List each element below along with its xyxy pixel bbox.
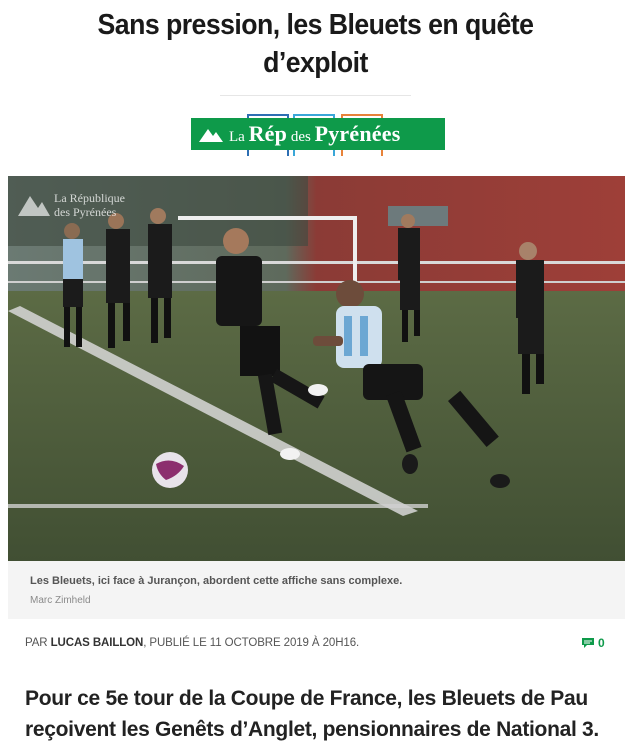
title-divider: [220, 95, 411, 96]
watermark-line-1: La République: [54, 191, 125, 205]
logo-bar: La Rép des Pyrénées: [191, 118, 445, 150]
logo-la: La: [229, 129, 245, 145]
byline-prefix: Par: [25, 637, 48, 649]
article-photo: La République des Pyrénées: [8, 176, 625, 561]
publish-date: , publié le 11 octobre 2019 à 20h16.: [143, 637, 360, 649]
article-title: Sans pression, les Bleuets en quête d’ex…: [97, 9, 534, 79]
football-match-photo: La République des Pyrénées: [8, 176, 625, 561]
logo-rep: Rép: [248, 121, 288, 146]
photo-caption-box: Les Bleuets, ici face à Jurançon, aborde…: [8, 561, 625, 619]
photo-caption: Les Bleuets, ici face à Jurançon, aborde…: [30, 575, 403, 587]
comments-link[interactable]: 0: [581, 636, 605, 650]
article-page: Sans pression, les Bleuets en quête d’ex…: [0, 0, 631, 750]
watermark-line-2: des Pyrénées: [54, 205, 117, 219]
author-name[interactable]: Lucas Baillon: [51, 637, 144, 649]
photo-credit: Marc Zimheld: [30, 595, 91, 606]
site-logo[interactable]: La Rép des Pyrénées: [191, 114, 445, 156]
speech-bubble-icon: [582, 638, 594, 648]
article-lead: Pour ce 5e tour de la Coupe de France, l…: [25, 687, 599, 741]
mountain-icon: [199, 129, 223, 142]
byline: Par Lucas Baillon, publié le 11 octobre …: [25, 637, 359, 649]
logo-pyrenees: Pyrénées: [314, 121, 401, 146]
comment-count: 0: [598, 636, 605, 650]
logo-text: La Rép des Pyrénées: [229, 121, 400, 147]
logo-des: des: [290, 129, 311, 145]
